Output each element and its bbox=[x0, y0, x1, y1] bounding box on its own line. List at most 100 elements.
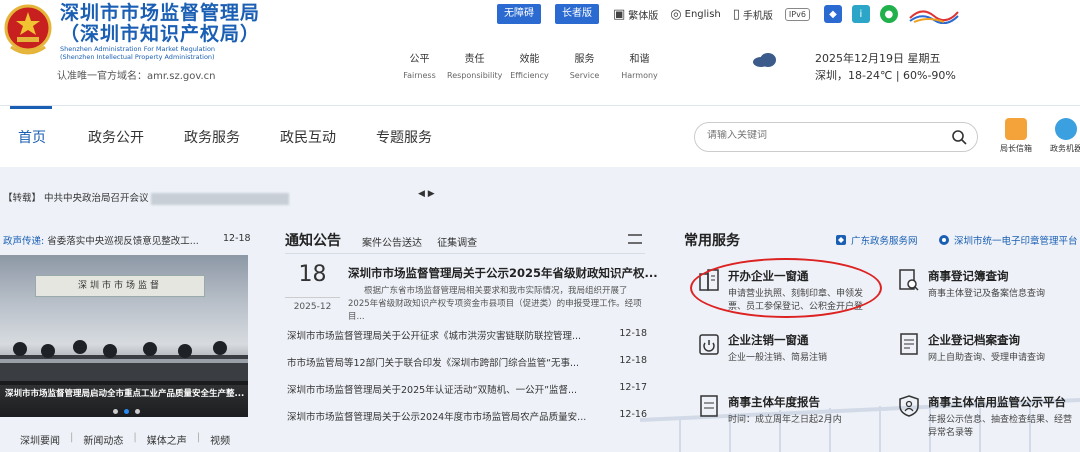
service-title: 商事主体年度报告 bbox=[728, 395, 820, 409]
ipv6-badge: IPv6 bbox=[784, 7, 810, 21]
service-desc: 时间：成立周年之日起2月内 bbox=[728, 414, 842, 427]
tab-separator: | bbox=[196, 432, 201, 443]
featured-notice-summary: 根据广东省市场监督管理局相关要求和我市实际情况，我局组织开展了2025年省级财政… bbox=[348, 286, 642, 322]
notice-heading[interactable]: 通知公告 bbox=[285, 230, 341, 250]
ticker-arrows[interactable]: ◀ ▶ bbox=[418, 189, 435, 199]
service-app-icon[interactable]: ◆ bbox=[823, 5, 842, 23]
tab-video[interactable]: 视频 bbox=[210, 432, 230, 447]
carousel-dots[interactable] bbox=[110, 409, 143, 414]
value-en: Efficiency bbox=[510, 71, 549, 80]
traditional-chinese-icon: ▣ bbox=[613, 6, 626, 22]
elderly-mode-button[interactable]: 长者版 bbox=[555, 4, 599, 24]
mailbox-icon bbox=[1005, 118, 1027, 140]
i-shenzhen-app-icon[interactable]: i bbox=[851, 5, 870, 23]
more-menu-icon[interactable] bbox=[628, 234, 642, 244]
tab-separator: | bbox=[70, 432, 74, 443]
left-news-date: 12-18 bbox=[223, 233, 251, 244]
carousel-dot[interactable] bbox=[135, 409, 140, 414]
nav-public-interaction[interactable]: 政民互动 bbox=[280, 127, 336, 147]
ticker-blurred-text bbox=[150, 192, 289, 205]
value-cn: 效能 bbox=[519, 54, 540, 65]
news-photo-carousel[interactable]: 深圳市市场监督 深圳市市场监督管理局启动全市重点工业产品质量安全生产整... bbox=[0, 255, 248, 417]
value-responsibility: 责任 Responsibility bbox=[447, 50, 502, 80]
guangdong-gov-service-link[interactable]: 广东政务服务网 bbox=[835, 233, 918, 247]
nav-government-services[interactable]: 政务服务 bbox=[184, 127, 240, 147]
globe-icon: ◎ bbox=[670, 6, 682, 22]
search-input[interactable] bbox=[707, 130, 937, 141]
guangdong-gov-service-label: 广东政务服务网 bbox=[851, 236, 918, 247]
highlight-circle-annotation bbox=[690, 258, 882, 318]
document-search-icon bbox=[899, 269, 919, 291]
gov-robot-label: 政务机器 bbox=[1050, 144, 1080, 153]
left-top-news[interactable]: 政声传递: 省委落实中央巡视反馈意见整改工... bbox=[3, 233, 199, 247]
robot-icon bbox=[1055, 118, 1077, 140]
national-emblem-icon bbox=[4, 4, 52, 55]
value-cn: 责任 bbox=[464, 54, 485, 65]
service-desc: 年报公示信息、抽查检查结果、经营 异常名录等 bbox=[928, 414, 1072, 440]
tab-separator: | bbox=[133, 432, 137, 443]
e-seal-platform-label: 深圳市统一电子印章管理平台 bbox=[954, 236, 1078, 247]
gov-robot-link[interactable]: 政务机器 bbox=[1045, 118, 1080, 154]
list-item-title: 深圳市市场监督管理局关于公示2024年度市市场监管局农产品质量安... bbox=[287, 412, 587, 423]
nav-home[interactable]: 首页 bbox=[18, 127, 46, 147]
featured-notice-title[interactable]: 深圳市市场监督管理局关于公示2025年省级财政知识产权... bbox=[348, 265, 658, 281]
value-cn: 和谐 bbox=[629, 54, 650, 65]
mobile-phone-icon: ▯ bbox=[732, 6, 740, 22]
mobile-version-link[interactable]: ▯ 手机版 bbox=[733, 7, 773, 22]
site-title-line1: 深圳市市场监督管理局 bbox=[60, 2, 261, 24]
site-title-line2: （深圳市知识产权局） bbox=[60, 23, 261, 45]
carousel-dot-active[interactable] bbox=[124, 409, 129, 414]
official-domain-label: 认准唯一官方域名：amr.sz.gov.cn bbox=[57, 71, 216, 82]
cloudy-weather-icon bbox=[753, 53, 776, 67]
value-efficiency: 效能 Efficiency bbox=[502, 50, 557, 80]
featured-year-month: 2025-12 bbox=[285, 297, 340, 312]
service-desc-line1: 企业一般注销、简易注销 bbox=[728, 353, 828, 363]
tab-media-voice[interactable]: 媒体之声 bbox=[147, 432, 187, 447]
top-utility-bar: 无障碍 长者版 ▣ 繁体版 ◎ English ▯ 手机版 IPv6 ◆ i ● bbox=[497, 4, 960, 24]
value-en: Responsibility bbox=[447, 71, 503, 80]
service-desc-line1: 网上自助查询、受理申请查询 bbox=[928, 353, 1046, 363]
traditional-chinese-link[interactable]: ▣ 繁体版 bbox=[613, 7, 658, 22]
seal-icon bbox=[939, 235, 949, 245]
gov-service-icon bbox=[836, 235, 846, 245]
service-desc-line1: 商事主体登记及备案信息查询 bbox=[928, 289, 1046, 299]
featured-date-box: 18 2025-12 bbox=[285, 262, 340, 312]
photo-signboard: 深圳市市场监督 bbox=[35, 275, 205, 297]
search-icon[interactable] bbox=[951, 129, 967, 145]
e-seal-platform-link[interactable]: 深圳市统一电子印章管理平台 bbox=[938, 233, 1078, 247]
notice-tabs: 案件公告送达 征集调查 bbox=[362, 234, 489, 249]
list-item[interactable]: 市市场监管局等12部门关于联合印发《深圳市跨部门综合监管“无事... 12-18 bbox=[287, 355, 647, 382]
service-desc-line2: 异常名录等 bbox=[928, 428, 974, 438]
carousel-dot[interactable] bbox=[113, 409, 118, 414]
site-title-en-line1: Shenzhen Administration For Market Regul… bbox=[60, 45, 216, 53]
tab-news-updates[interactable]: 新闻动态 bbox=[83, 432, 123, 447]
nav-active-indicator bbox=[10, 106, 52, 109]
service-desc: 网上自助查询、受理申请查询 bbox=[928, 352, 1045, 365]
accessible-mode-button[interactable]: 无障碍 bbox=[497, 4, 541, 24]
shield-user-icon bbox=[899, 395, 919, 417]
site-title-en: Shenzhen Administration For Market Regul… bbox=[60, 45, 215, 61]
service-title: 商事登记簿查询 bbox=[928, 269, 1009, 283]
value-fairness: 公平 Fairness bbox=[392, 50, 447, 80]
list-item-title: 深圳市市场监督管理局关于公开征求《城市洪涝灾害链联防联控管理... bbox=[287, 331, 582, 342]
tab-case-notice-delivery[interactable]: 案件公告送达 bbox=[362, 238, 422, 249]
list-item-date: 12-18 bbox=[619, 355, 647, 366]
news-category-tabs: 深圳要闻 | 新闻动态 | 媒体之声 | 视频 bbox=[20, 432, 240, 447]
list-item[interactable]: 深圳市市场监督管理局关于公开征求《城市洪涝灾害链联防联控管理... 12-18 bbox=[287, 328, 647, 355]
power-off-icon bbox=[699, 334, 719, 355]
news-ticker[interactable]: 【转载】 中共中央政治局召开会议 bbox=[3, 190, 289, 205]
site-title[interactable]: 深圳市市场监督管理局 （深圳市知识产权局） bbox=[60, 3, 260, 45]
value-en: Service bbox=[569, 71, 600, 80]
director-mailbox-link[interactable]: 局长信箱 bbox=[995, 118, 1037, 154]
list-item[interactable]: 深圳市市场监督管理局关于2025年认证活动“双随机、一公开”监督... 12-17 bbox=[287, 382, 647, 409]
nav-special-services[interactable]: 专题服务 bbox=[376, 127, 432, 147]
tab-shenzhen-news[interactable]: 深圳要闻 bbox=[20, 432, 60, 447]
list-item[interactable]: 深圳市市场监督管理局关于公示2024年度市市场监管局农产品质量安... 12-16 bbox=[287, 409, 647, 436]
tab-solicitation-survey[interactable]: 征集调查 bbox=[437, 238, 477, 249]
nav-government-affairs[interactable]: 政务公开 bbox=[88, 127, 144, 147]
english-link[interactable]: ◎ English bbox=[670, 7, 720, 22]
english-label: English bbox=[684, 8, 721, 20]
wechat-icon[interactable]: ● bbox=[879, 5, 898, 23]
left-news-tag: 政声传递: bbox=[3, 236, 45, 247]
ticker-text: 【转载】 中共中央政治局召开会议 bbox=[3, 193, 149, 204]
